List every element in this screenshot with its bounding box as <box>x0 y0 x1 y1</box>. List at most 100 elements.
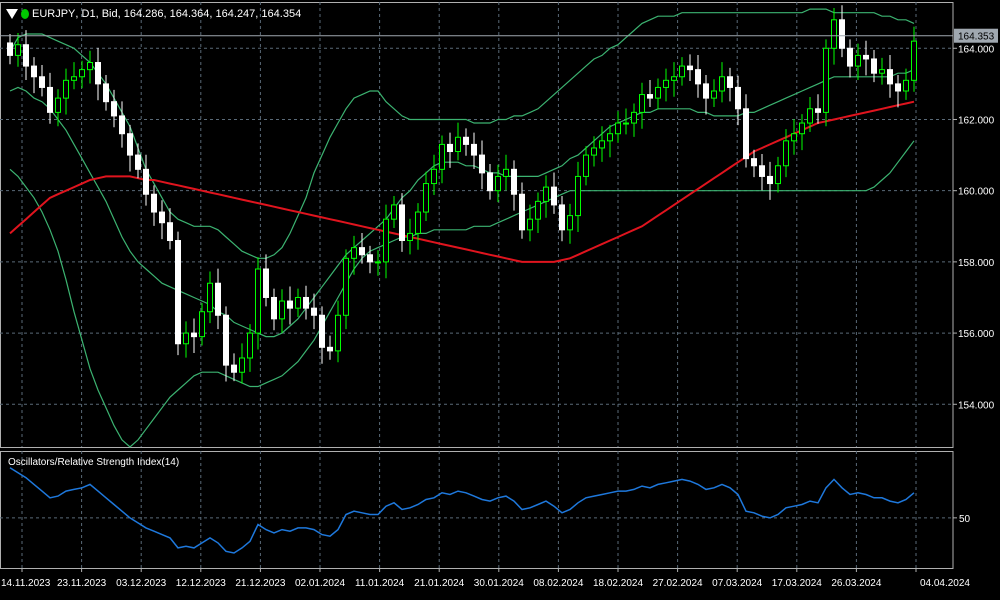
candle-bull <box>391 204 397 220</box>
close-value: 164.354 <box>261 8 302 20</box>
candle-bull <box>879 69 885 74</box>
candle-bull <box>63 79 69 99</box>
candle-bear <box>367 254 373 263</box>
candles <box>7 5 917 384</box>
candle-bull <box>799 122 805 135</box>
candle-bear <box>7 42 13 56</box>
candle-bear <box>103 83 109 103</box>
candle-bear <box>519 193 525 231</box>
date-axis: 14.11.2023 23.11.2023 03.12.2023 12.12.2023… <box>1 568 970 589</box>
candle-bull <box>183 332 189 345</box>
candle-bull <box>351 247 357 259</box>
rsi-line <box>9 467 915 554</box>
candle-bull <box>679 65 685 78</box>
candle-bear <box>159 211 165 224</box>
price-label: 160.000 <box>958 187 995 198</box>
candle-bear <box>447 143 453 153</box>
date-label: 18.02.2024 <box>593 578 643 589</box>
green-dot-icon <box>21 9 29 19</box>
candle-bear <box>759 165 765 177</box>
candle-bull <box>439 143 445 170</box>
candle-bear <box>687 65 693 71</box>
candle-bull <box>583 154 589 177</box>
candle-bear <box>167 222 173 242</box>
date-label: 17.03.2024 <box>772 578 822 589</box>
date-label: 30.01.2024 <box>474 578 524 589</box>
candle-bull <box>671 76 677 81</box>
candle-bear <box>287 300 293 309</box>
candle-bull <box>663 79 669 88</box>
symbol-label: EURJPY <box>32 8 76 20</box>
candle-bear <box>191 332 197 338</box>
candle-bull <box>591 147 597 156</box>
candle-bear <box>511 168 517 195</box>
date-label: 12.12.2023 <box>176 578 226 589</box>
date-label: 26.03.2024 <box>831 578 881 589</box>
candle-bull <box>903 79 909 92</box>
candle-bear <box>143 168 149 195</box>
candle-bull <box>199 311 205 338</box>
chart-header: EURJPY, D1, Bid, 164.286, 164.364, 164.2… <box>6 6 301 22</box>
candle-bull <box>407 232 413 242</box>
triangle-down-icon[interactable] <box>6 9 18 19</box>
current-price-label: 164.353 <box>958 32 995 43</box>
candle-bull <box>239 357 245 373</box>
high-value: 164.364 <box>169 8 210 20</box>
candle-bear <box>31 65 37 78</box>
candle-bull <box>567 215 573 231</box>
bollinger-upper-line <box>9 8 915 259</box>
candle-bear <box>95 62 101 85</box>
date-label: 02.01.2024 <box>295 578 345 589</box>
price-label: 164.000 <box>958 44 995 55</box>
candle-bear <box>135 154 141 170</box>
candle-bull <box>831 19 837 49</box>
candle-bear <box>127 133 133 156</box>
candle-bear <box>231 364 237 373</box>
candle-bull <box>279 300 285 320</box>
candle-bear <box>703 83 709 99</box>
candle-bear <box>319 314 325 348</box>
open-value: 164.286 <box>123 8 164 20</box>
candle-bull <box>783 140 789 167</box>
bollinger-bands <box>9 8 915 448</box>
candle-bear <box>303 296 309 309</box>
candle-bull <box>823 47 829 113</box>
candle-bear <box>175 240 181 345</box>
candle-bull <box>631 111 637 124</box>
candle-bull <box>383 218 389 263</box>
candle-bull <box>535 200 541 220</box>
candle-bull <box>247 332 253 359</box>
candle-bull <box>423 183 429 213</box>
candle-bear <box>727 76 733 88</box>
candle-bull <box>207 282 213 313</box>
rsi-panel: 50 <box>9 467 971 554</box>
candle-bear <box>695 69 701 85</box>
candle-bear <box>311 307 317 316</box>
candle-bear <box>815 108 821 113</box>
rsi-panel-frame <box>0 451 954 569</box>
price-type-label: Bid <box>101 8 118 20</box>
candle-bull <box>807 108 813 124</box>
candle-bear <box>647 94 653 99</box>
candle-bear <box>271 296 277 320</box>
date-label: 04.04.2024 <box>920 578 970 589</box>
candle-bear <box>479 154 485 174</box>
candle-bull <box>719 76 725 92</box>
candle-bear <box>767 175 773 185</box>
date-label: 21.01.2024 <box>414 578 464 589</box>
candle-bear <box>839 19 845 49</box>
rsi-level-label: 50 <box>959 514 971 525</box>
candle-bull <box>711 90 717 99</box>
candle-bull <box>375 261 381 264</box>
candle-bull <box>855 54 861 67</box>
candle-bear <box>151 193 157 213</box>
candle-bull <box>623 122 629 125</box>
candle-bear <box>47 86 53 113</box>
candle-bear <box>39 76 45 88</box>
candle-bear <box>463 136 469 145</box>
price-label: 156.000 <box>958 329 995 340</box>
chart-canvas: 164.000 162.000 160.000 158.000 156.000 154.0… <box>0 2 998 589</box>
candle-bear <box>263 268 269 298</box>
candle-bull <box>415 211 421 234</box>
candle-bear <box>111 101 117 117</box>
